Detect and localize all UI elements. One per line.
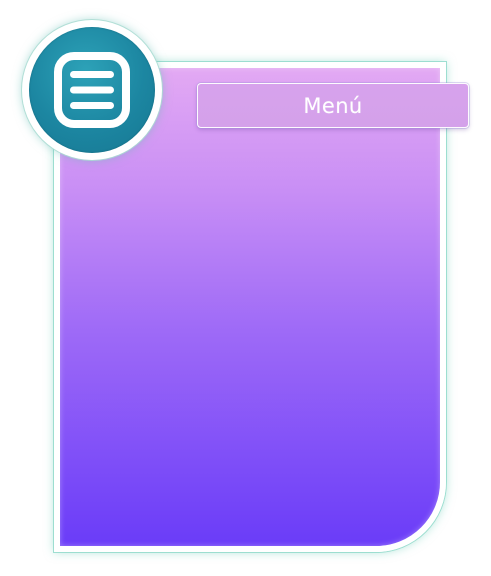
menu-toggle-button-face[interactable] xyxy=(29,27,155,153)
menu-toggle-button[interactable] xyxy=(22,20,162,160)
menu-widget: Menú xyxy=(0,0,491,576)
hamburger-menu-icon xyxy=(54,52,130,128)
menu-title-label: Menú xyxy=(303,93,363,118)
menu-title-bar: Menú xyxy=(197,83,469,128)
